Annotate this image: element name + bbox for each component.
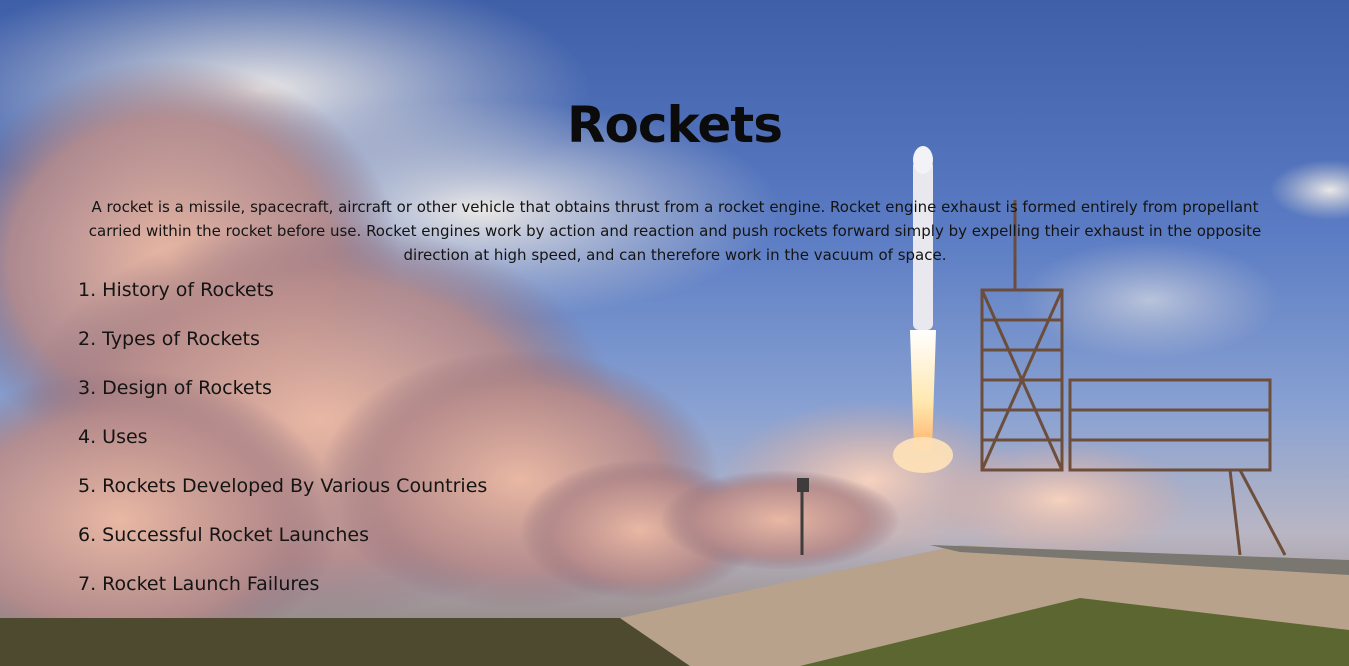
page: Rockets A rocket is a missile, spacecraf…	[0, 0, 1349, 666]
toc-item-uses[interactable]: 4. Uses	[78, 423, 487, 472]
toc-item-countries[interactable]: 5. Rockets Developed By Various Countrie…	[78, 472, 487, 521]
toc-item-types[interactable]: 2. Types of Rockets	[78, 325, 487, 374]
page-title: Rockets	[567, 95, 783, 154]
intro-paragraph: A rocket is a missile, spacecraft, aircr…	[88, 198, 1262, 264]
toc-item-launch-failures[interactable]: 7. Rocket Launch Failures	[78, 570, 487, 619]
toc-item-history[interactable]: 1. History of Rockets	[78, 276, 487, 325]
toc-item-design[interactable]: 3. Design of Rockets	[78, 374, 487, 423]
toc-item-successful-launches[interactable]: 6. Successful Rocket Launches	[78, 521, 487, 570]
table-of-contents: 1. History of Rockets 2. Types of Rocket…	[78, 276, 487, 619]
